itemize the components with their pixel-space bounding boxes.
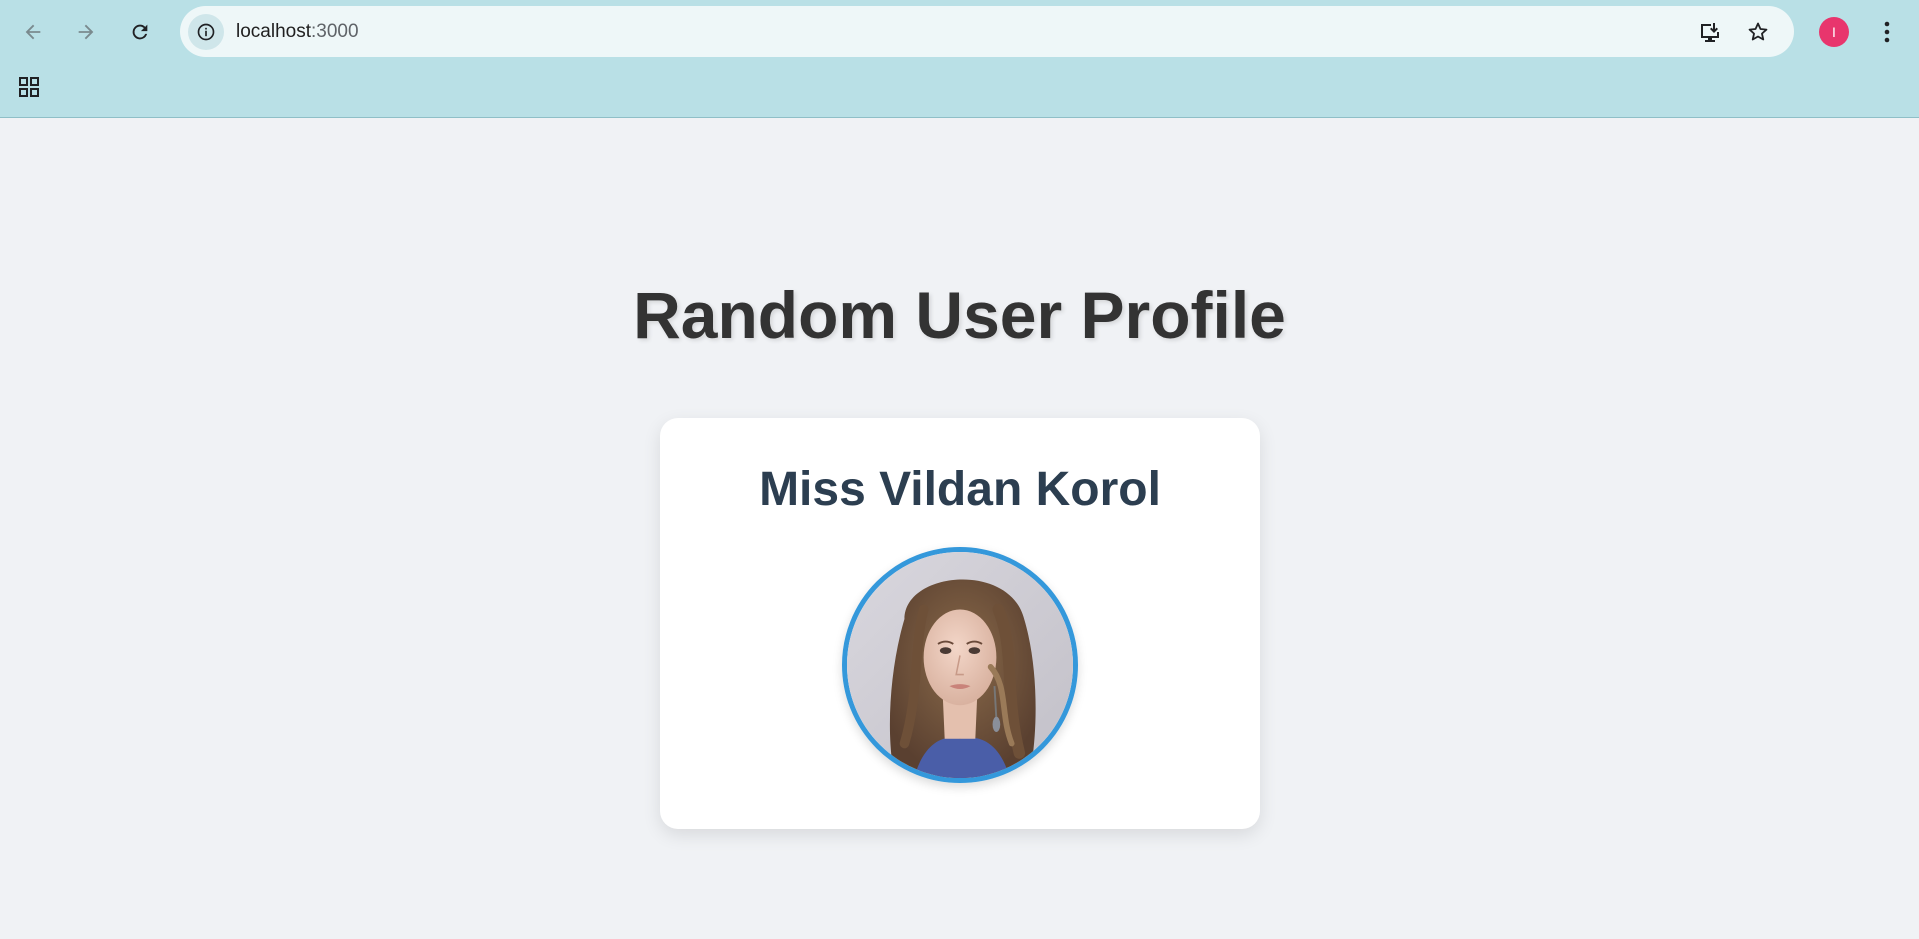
kebab-menu-icon xyxy=(1884,21,1890,43)
url-text[interactable]: localhost:3000 xyxy=(236,21,359,43)
site-info-button[interactable] xyxy=(188,14,224,50)
url-port: :3000 xyxy=(311,21,359,42)
reload-icon xyxy=(132,24,148,40)
info-icon xyxy=(197,23,215,41)
reload-button[interactable] xyxy=(121,13,159,51)
install-app-button[interactable] xyxy=(1695,17,1725,47)
user-name: Miss Vildan Korol xyxy=(759,463,1161,516)
arrow-right-icon xyxy=(78,24,94,40)
browser-toolbar: localhost:3000 I xyxy=(0,0,1919,62)
browser-chrome: localhost:3000 I xyxy=(0,0,1919,118)
bookmarks-bar xyxy=(0,68,1919,106)
user-portrait-image xyxy=(847,552,1073,778)
address-bar[interactable]: localhost:3000 xyxy=(180,6,1794,57)
apps-button[interactable] xyxy=(14,72,44,102)
page-title: Random User Profile xyxy=(633,278,1286,352)
install-app-icon xyxy=(1701,23,1719,42)
user-photo xyxy=(842,547,1078,783)
profile-initial: I xyxy=(1832,24,1836,40)
profile-avatar-button[interactable]: I xyxy=(1819,17,1849,47)
forward-button[interactable] xyxy=(67,13,105,51)
url-host: localhost xyxy=(236,21,311,42)
arrow-left-icon xyxy=(25,24,41,40)
profile-card: Miss Vildan Korol xyxy=(660,418,1260,829)
back-button[interactable] xyxy=(14,13,52,51)
bookmark-button[interactable] xyxy=(1743,17,1773,47)
star-icon xyxy=(1748,22,1768,41)
page-viewport: Random User Profile Miss Vildan Korol xyxy=(0,119,1919,939)
browser-menu-button[interactable] xyxy=(1872,14,1902,50)
apps-grid-icon xyxy=(19,77,39,97)
